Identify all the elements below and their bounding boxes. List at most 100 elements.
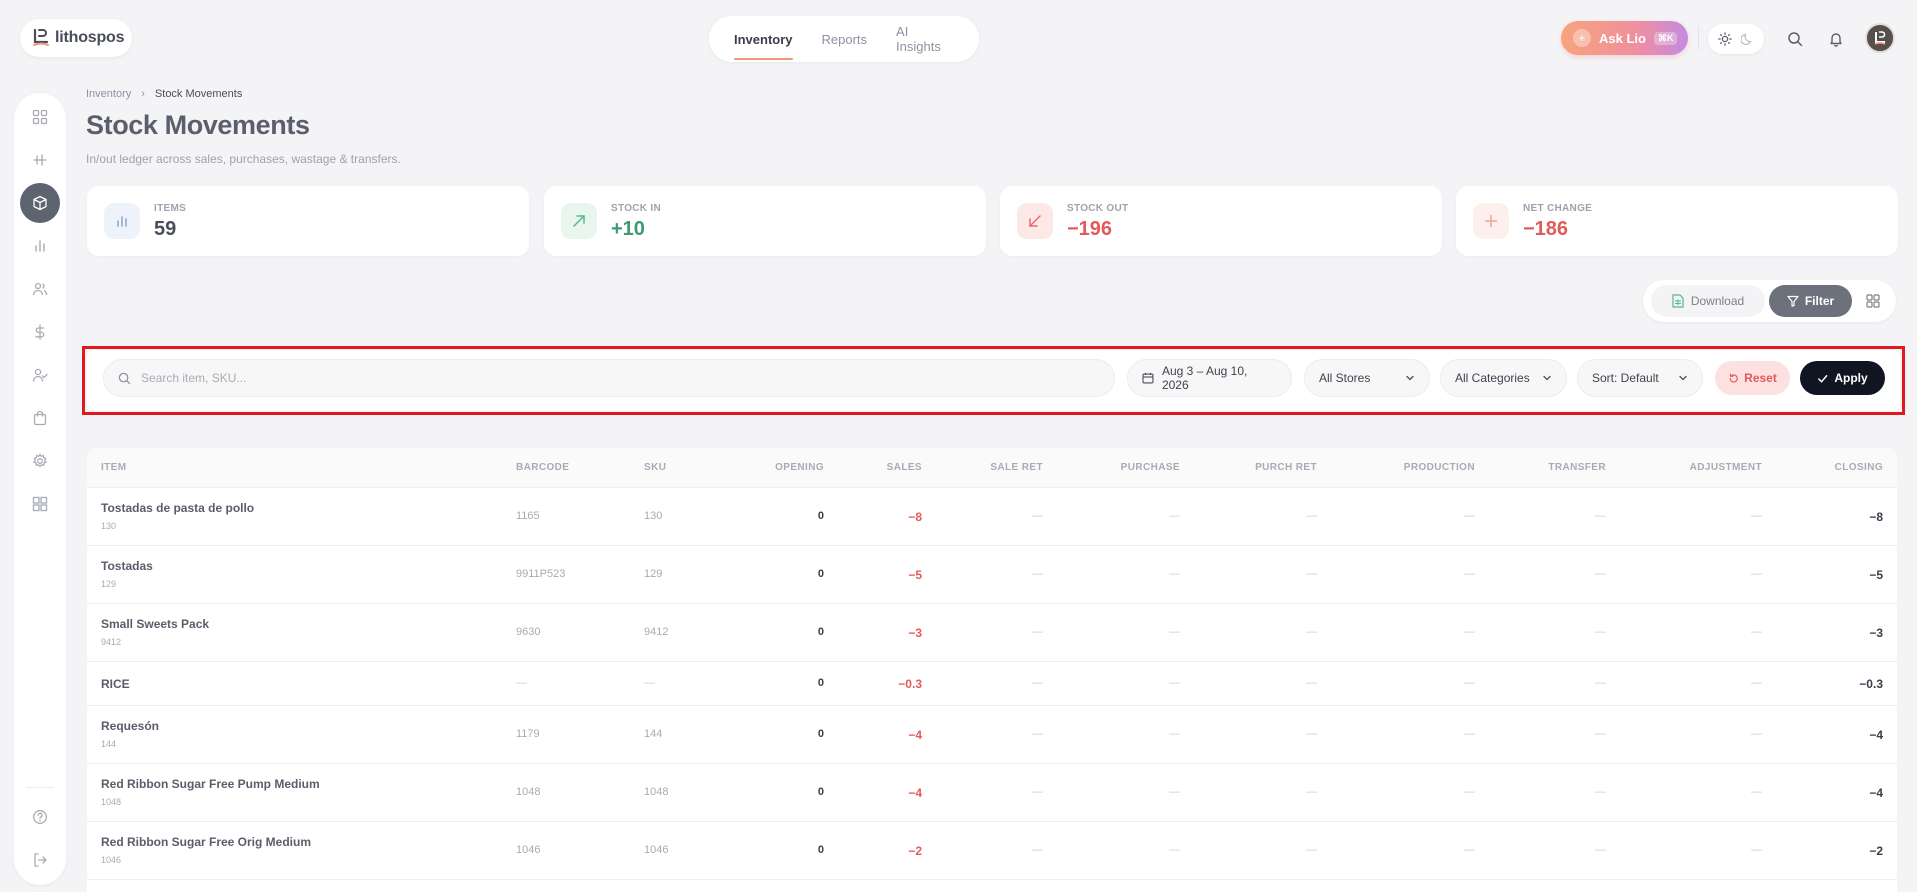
sidebar-item-logout[interactable] [20, 840, 60, 880]
tab-inventory[interactable]: Inventory [734, 32, 793, 60]
sidebar-item-staff[interactable] [20, 355, 60, 395]
table-row[interactable]: RICE — — 0 −0.3 — — — — — — −0.3 [87, 662, 1897, 706]
page-title: Stock Movements [86, 110, 310, 140]
table-row[interactable]: Requesón 144 1179 144 0 −4 — — — — — — −4 [87, 706, 1897, 764]
sidebar-item-help[interactable] [20, 797, 60, 837]
cell-transfer: — [1595, 568, 1606, 580]
item-name[interactable]: Tostadas [101, 559, 153, 573]
col-sku[interactable]: SKU [644, 462, 666, 473]
ask-lio-button[interactable]: + Ask Lio ⌘K [1561, 21, 1688, 55]
col-production[interactable]: PRODUCTION [1404, 462, 1475, 473]
sidebar-item-customers[interactable] [20, 269, 60, 309]
item-name[interactable]: Small Sweets Pack [101, 617, 209, 631]
moon-icon[interactable] [1740, 33, 1754, 46]
grid-view-button[interactable] [1862, 290, 1884, 312]
item-name[interactable]: Tostadas de pasta de pollo [101, 501, 254, 515]
col-item[interactable]: ITEM [101, 462, 127, 473]
sidebar-item-inventory[interactable] [20, 183, 60, 223]
user-avatar[interactable] [1865, 23, 1895, 53]
cell-sku: — [644, 677, 655, 689]
sidebar-item-pos[interactable] [20, 140, 60, 180]
cell-sales: −8 [908, 510, 922, 524]
col-purch-ret[interactable]: PURCH RET [1255, 462, 1317, 473]
search-icon[interactable] [1784, 28, 1806, 50]
table-row[interactable]: Red Ribbon Sugar Free Pump Medium 1048 104… [87, 764, 1897, 822]
cell-opening: 0 [817, 728, 824, 740]
apply-button[interactable]: Apply [1800, 361, 1885, 395]
sidebar-item-apps[interactable] [20, 484, 60, 524]
check-icon [1818, 374, 1828, 382]
cell-production: — [1464, 510, 1475, 522]
table-row[interactable]: Tostadas 129 9911P523 129 0 −5 — — — — — — −5 [87, 546, 1897, 604]
col-barcode[interactable]: BARCODE [516, 462, 569, 473]
cell-transfer: — [1595, 844, 1606, 856]
search-field[interactable] [103, 359, 1115, 397]
reset-button[interactable]: Reset [1715, 361, 1790, 395]
sidebar-item-settings[interactable] [20, 441, 60, 481]
date-range-picker[interactable]: Aug 3 – Aug 10, 2026 [1127, 359, 1292, 397]
breadcrumb-inventory[interactable]: Inventory [86, 88, 131, 100]
app-logo[interactable]: lithospos [20, 19, 132, 57]
cell-transfer: — [1595, 626, 1606, 638]
cell-closing: −3 [1869, 626, 1883, 640]
col-sale-ret[interactable]: SALE RET [990, 462, 1043, 473]
arrow-up-right-icon [561, 203, 597, 239]
sort-select[interactable]: Sort: Default [1577, 359, 1703, 397]
sidebar-item-reports[interactable] [20, 226, 60, 266]
cell-sku: 1048 [644, 786, 669, 798]
item-sku-sub: 1048 [101, 797, 122, 807]
bell-icon[interactable] [1825, 28, 1847, 50]
col-opening[interactable]: OPENING [775, 462, 824, 473]
cell-production: — [1464, 677, 1475, 689]
filter-button[interactable]: Filter [1769, 285, 1852, 317]
table-row[interactable]: Small Sweets Pack 9412 9630 9412 0 −3 — — — — — — −3 [87, 604, 1897, 662]
cell-production: — [1464, 568, 1475, 580]
help-icon [33, 810, 47, 824]
theme-toggle[interactable] [1708, 24, 1764, 54]
col-purchase[interactable]: PURCHASE [1121, 462, 1180, 473]
reset-icon [1729, 373, 1738, 383]
top-divider [1698, 26, 1699, 50]
cell-adjustment: — [1751, 568, 1762, 580]
cell-adjustment: — [1751, 786, 1762, 798]
item-name[interactable]: Requesón [101, 719, 159, 733]
sun-icon[interactable] [1718, 32, 1733, 46]
cell-adjustment: — [1751, 677, 1762, 689]
item-sku-sub: 9412 [101, 637, 122, 647]
cell-purch-ret: — [1306, 786, 1317, 798]
tab-ai-insights[interactable]: AI Insights [896, 24, 950, 54]
col-transfer[interactable]: TRANSFER [1548, 462, 1606, 473]
cell-production: — [1464, 728, 1475, 740]
stat-label: STOCK OUT [1067, 203, 1129, 214]
download-button[interactable]: Download [1651, 285, 1765, 317]
cell-purchase: — [1169, 786, 1180, 798]
sidebar-item-orders[interactable] [20, 398, 60, 438]
cell-purch-ret: — [1306, 844, 1317, 856]
category-select[interactable]: All Categories [1440, 359, 1567, 397]
col-closing[interactable]: CLOSING [1835, 462, 1883, 473]
table-row[interactable]: Tostadas de pasta de pollo 130 1165 130 0 −8 —… [87, 488, 1897, 546]
store-select[interactable]: All Stores [1304, 359, 1430, 397]
item-name[interactable]: Red Ribbon Sugar Free Orig Medium [101, 835, 311, 849]
table-row[interactable]: Red Ribbon Sugar Free Orig Medium 1046 104… [87, 822, 1897, 880]
cell-closing: −4 [1869, 728, 1883, 742]
col-sales[interactable]: SALES [887, 462, 922, 473]
cell-sale-ret: — [1032, 568, 1043, 580]
tab-reports[interactable]: Reports [822, 32, 868, 47]
top-nav: Inventory Reports AI Insights [709, 16, 979, 62]
sidebar-item-dashboard[interactable] [20, 97, 60, 137]
sidebar [14, 93, 66, 885]
shopping-bag-icon [33, 410, 47, 426]
cell-sku: 129 [644, 568, 663, 580]
sidebar-item-finance[interactable] [20, 312, 60, 352]
item-name[interactable]: RICE [101, 677, 130, 691]
box-icon [33, 195, 47, 211]
chevron-down-icon [1406, 375, 1414, 381]
search-icon [118, 372, 131, 384]
page-subtitle: In/out ledger across sales, purchases, w… [86, 152, 401, 166]
col-adjustment[interactable]: ADJUSTMENT [1690, 462, 1762, 473]
search-input[interactable] [141, 371, 1041, 385]
item-name[interactable]: Red Ribbon Sugar Free Pump Medium [101, 777, 320, 791]
cell-barcode: 1165 [516, 510, 540, 522]
stat-card-stock-out: STOCK OUT −196 [1000, 186, 1442, 256]
